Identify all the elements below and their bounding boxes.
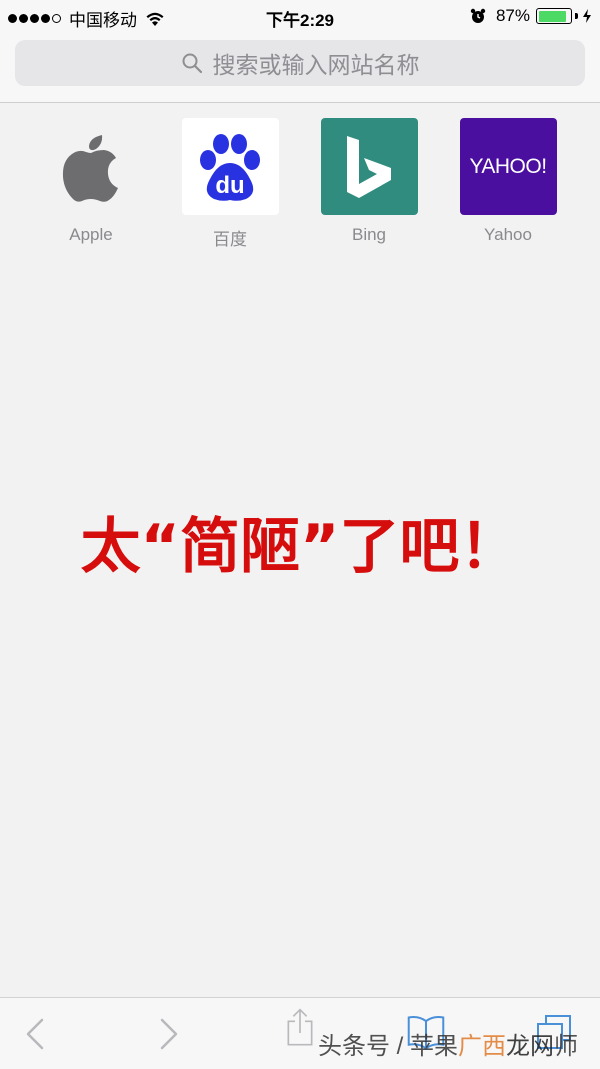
- battery-fill: [538, 10, 566, 22]
- favorite-yahoo[interactable]: YAHOO! Yahoo: [448, 118, 568, 245]
- watermark-part4: 师: [554, 1033, 579, 1060]
- favorite-apple[interactable]: Apple: [31, 118, 151, 245]
- watermark-part3: 龙网: [506, 1033, 555, 1060]
- favorite-label: 百度: [213, 230, 247, 249]
- charging-bolt-icon: [583, 9, 591, 23]
- favorite-baidu[interactable]: du 百度: [170, 118, 290, 250]
- overlay-caption: 太“简陋”了吧！: [80, 512, 520, 582]
- share-icon[interactable]: [280, 1008, 320, 1048]
- watermark-part1: 头条号 / 苹果: [318, 1033, 459, 1060]
- address-bar-area: 搜索或输入网站名称: [0, 34, 600, 103]
- search-placeholder: 搜索或输入网站名称: [212, 52, 420, 78]
- watermark-part2: 广西: [458, 1033, 507, 1060]
- favorite-label: Yahoo: [484, 225, 532, 244]
- yahoo-logo-text: YAHOO!: [469, 154, 547, 178]
- battery-icon: [536, 8, 572, 24]
- safari-screen: 中国移动 下午2:29 87% 搜索或输入网站名称 Apple du 百度 Bi…: [0, 0, 600, 1069]
- alarm-clock-icon: [470, 8, 486, 23]
- search-input[interactable]: 搜索或输入网站名称: [15, 40, 585, 86]
- favorite-label: Apple: [69, 225, 113, 244]
- chevron-left-icon[interactable]: [16, 1014, 56, 1054]
- favorite-bing[interactable]: Bing: [309, 118, 429, 245]
- watermark: 头条号 / 苹果广西龙网师: [318, 1026, 578, 1061]
- favorite-label: Bing: [351, 225, 387, 244]
- apple-logo-icon[interactable]: [42, 118, 140, 215]
- battery-percent: 87%: [495, 6, 530, 25]
- favorites-grid: Apple du 百度 Bing YAHOO! Yahoo: [0, 118, 600, 258]
- status-right: 87%: [470, 6, 592, 26]
- battery-tip: [575, 13, 578, 19]
- chevron-right-icon[interactable]: [148, 1014, 188, 1054]
- baidu-paw-icon[interactable]: du: [181, 118, 279, 215]
- yahoo-logo-icon[interactable]: YAHOO!: [459, 118, 557, 215]
- bing-logo-icon[interactable]: [320, 118, 418, 215]
- search-icon: [182, 53, 202, 74]
- baidu-logo-text: du: [215, 172, 244, 199]
- status-bar: 中国移动 下午2:29 87%: [0, 0, 600, 34]
